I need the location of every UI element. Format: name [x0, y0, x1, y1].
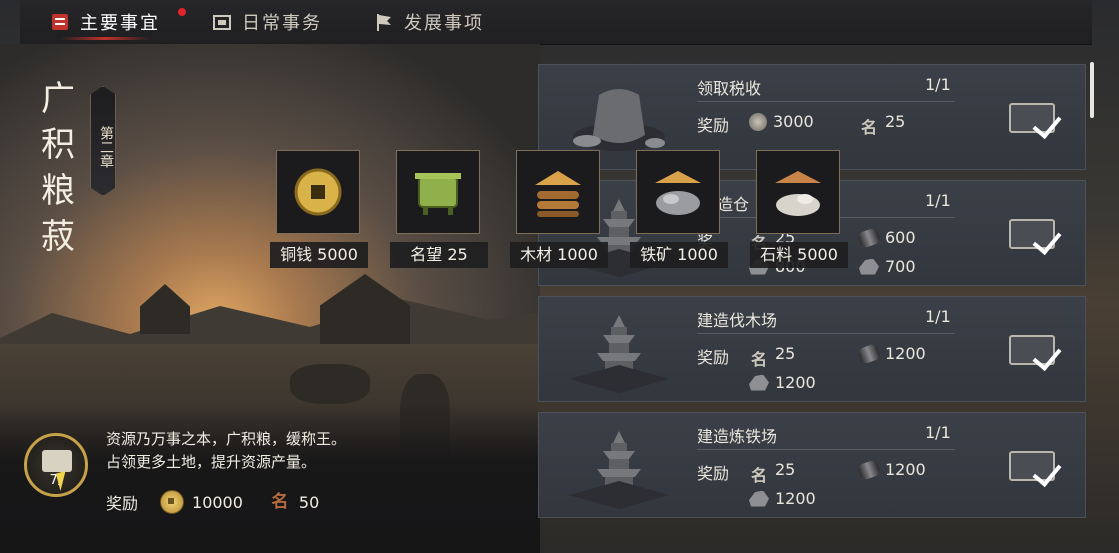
copper-coin-icon	[294, 168, 342, 216]
reward-item: 1200	[856, 342, 926, 365]
reward-label: 奖励	[697, 464, 730, 483]
task-card[interactable]: 建造伐木场 1/1 奖励 名 25 1200 1200	[538, 296, 1086, 402]
fame-icon: 名	[750, 465, 767, 485]
reward-value: 1200	[885, 460, 926, 479]
task-title: 建造伐木场	[697, 311, 778, 330]
reward-value: 1200	[775, 373, 816, 392]
notification-dot	[178, 8, 186, 16]
reward-value: 10000	[192, 492, 243, 512]
tab-daily-affairs[interactable]: 日常事务	[212, 0, 322, 44]
task-progress: 1/1	[925, 75, 951, 94]
reward-label: 奖励	[697, 348, 730, 367]
money-bag-icon	[559, 75, 679, 161]
fame-cauldron-icon	[415, 173, 461, 215]
calendar-icon	[212, 12, 232, 32]
reward-item: 1200	[856, 458, 926, 481]
list-scrollbar[interactable]	[1090, 62, 1094, 118]
reward-value: 50	[298, 492, 320, 512]
reward-value: 25	[775, 344, 796, 363]
reward-value: 1200	[775, 489, 816, 508]
chest-icon	[42, 450, 72, 472]
reward-item: 700	[859, 257, 916, 276]
reward-value: 25	[885, 112, 906, 131]
reward-popup: 铜钱 5000 名望 25 木材 1000 铁矿 1000 石料 5000	[270, 150, 860, 270]
tab-label: 主要事宜	[80, 13, 160, 34]
reward-item: 1200	[749, 489, 816, 508]
wood-icon	[856, 458, 882, 481]
fame-icon: 名	[271, 492, 289, 512]
copper-coin-icon	[749, 112, 767, 131]
reward-value: 25	[775, 460, 796, 479]
ore-icon	[749, 374, 769, 391]
ore-icon	[749, 490, 769, 507]
scroll-icon	[50, 12, 70, 32]
popup-reward-item: 石料 5000	[750, 150, 848, 268]
popup-reward-label: 铜钱 5000	[270, 242, 368, 268]
reward-label: 奖励	[697, 116, 730, 135]
reward-value: 1200	[885, 344, 926, 363]
flag-icon	[374, 12, 394, 32]
wood-pile-icon	[535, 171, 581, 217]
reward-item: 名 25	[859, 112, 906, 137]
reward-value: 700	[885, 257, 916, 276]
task-card[interactable]: 建造炼铁场 1/1 奖励 名 25 1200 1200	[538, 412, 1086, 518]
popup-reward-label: 铁矿 1000	[630, 242, 728, 268]
popup-reward-label: 木材 1000	[510, 242, 608, 268]
tab-label: 日常事务	[242, 13, 322, 34]
reward-value: 600	[885, 228, 916, 247]
popup-reward-label: 石料 5000	[750, 242, 848, 268]
stone-pile-icon	[775, 171, 821, 216]
copper-coin-icon	[160, 490, 185, 514]
stone-icon	[859, 258, 879, 275]
fame-icon: 名	[860, 117, 877, 137]
tab-development[interactable]: 发展事项	[374, 0, 484, 44]
task-progress: 1/1	[925, 423, 951, 442]
pagoda-icon	[559, 307, 679, 393]
reward-item: 600	[856, 226, 916, 249]
tab-main-affairs[interactable]: 主要事宜	[50, 0, 160, 44]
popup-reward-label: 名望 25	[390, 242, 488, 268]
description-line: 占领更多土地，提升资源产量。	[106, 453, 317, 471]
wood-icon	[856, 342, 882, 365]
popup-reward-item: 铜钱 5000	[270, 150, 368, 268]
tab-bar: 主要事宜 日常事务 发展事项	[20, 0, 1092, 45]
quest-reward-row: 奖励 10000 名 50	[106, 490, 319, 514]
popup-reward-item: 铁矿 1000	[630, 150, 728, 268]
pagoda-icon	[559, 423, 679, 509]
iron-ore-icon	[655, 171, 701, 215]
chapter-badge: 第二章	[90, 86, 116, 196]
reward-item: 1200	[749, 373, 816, 392]
reward-item: 3000	[749, 112, 814, 131]
fame-icon: 名	[750, 349, 767, 369]
quest-progress-button[interactable]: 7/	[24, 433, 88, 497]
tab-label: 发展事项	[404, 13, 484, 34]
reward-value: 3000	[773, 112, 814, 131]
reward-label: 奖励	[106, 494, 139, 513]
description-line: 资源乃万事之本，广积粮，缓称王。	[106, 430, 347, 448]
horse-figure	[290, 364, 370, 404]
reward-item: 名 25	[749, 344, 796, 369]
popup-reward-item: 木材 1000	[510, 150, 608, 268]
quest-description: 资源乃万事之本，广积粮，缓称王。 占领更多土地，提升资源产量。	[106, 428, 346, 474]
task-title: 建造炼铁场	[697, 427, 778, 446]
wood-icon	[856, 226, 882, 249]
task-progress: 1/1	[925, 307, 951, 326]
quest-title: 广积粮菽	[41, 79, 75, 257]
task-list[interactable]: 领取税收 1/1 奖励 3000 名 25 造仓 1/1 奖 名 25 600	[538, 64, 1086, 518]
task-progress: 1/1	[925, 191, 951, 210]
popup-reward-item: 名望 25	[390, 150, 488, 268]
reward-item: 名 25	[749, 460, 796, 485]
task-title: 领取税收	[697, 79, 762, 98]
